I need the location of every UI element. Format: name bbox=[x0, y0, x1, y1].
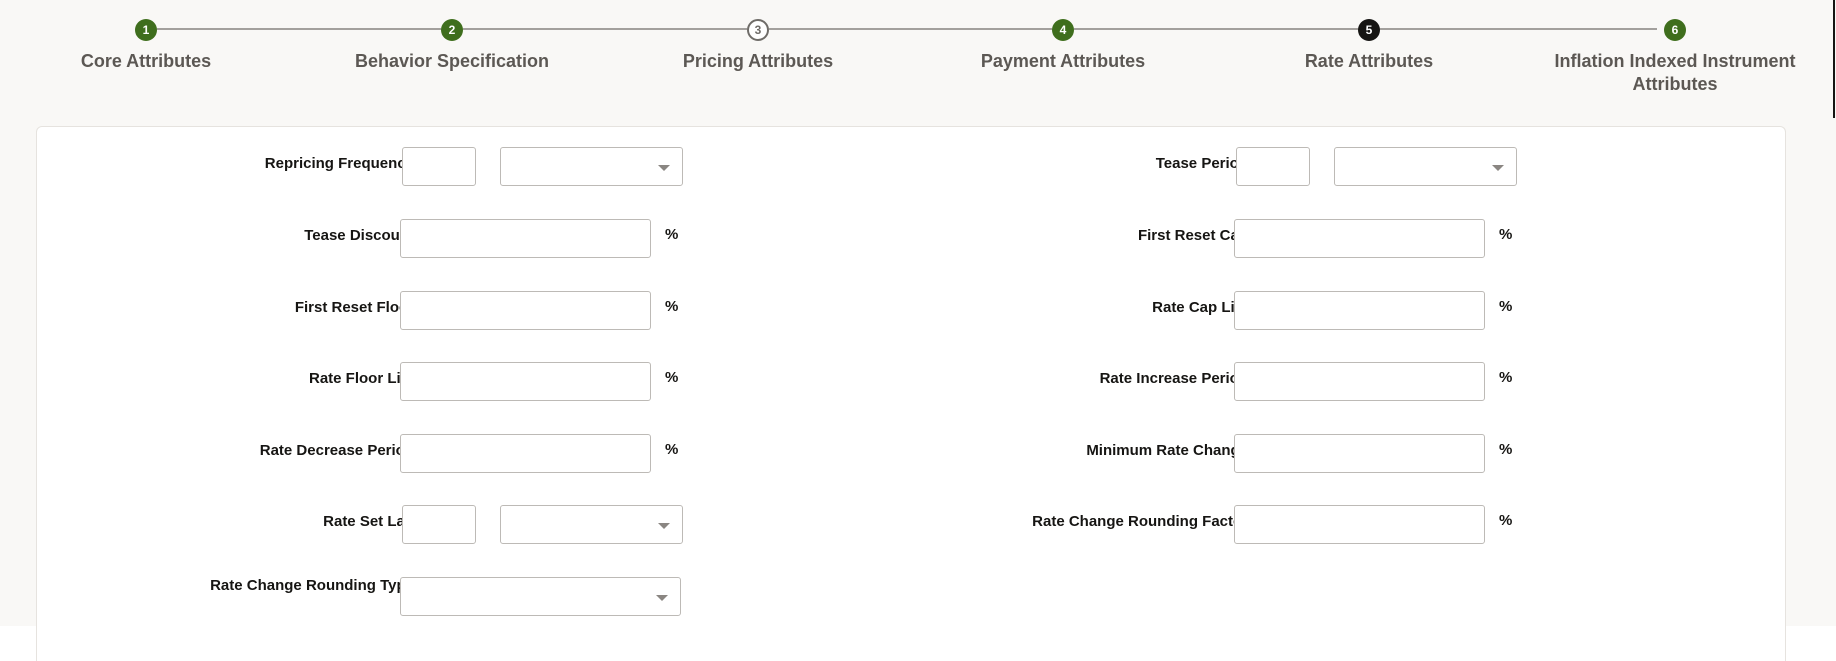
rate-cap-life-input[interactable] bbox=[1234, 291, 1485, 330]
tease-period-label: Tease Period bbox=[1155, 155, 1248, 172]
percent-symbol: % bbox=[1499, 512, 1513, 529]
percent-symbol: % bbox=[1499, 369, 1513, 386]
percent-symbol: % bbox=[1499, 441, 1513, 458]
step-3-indicator[interactable]: 3 bbox=[747, 19, 769, 41]
rate-decrease-period-label: Rate Decrease Period bbox=[259, 442, 414, 459]
step-6-indicator[interactable]: 6 bbox=[1664, 19, 1686, 41]
percent-symbol: % bbox=[665, 441, 679, 458]
step-5-indicator[interactable]: 5 bbox=[1358, 19, 1380, 41]
chevron-down-icon bbox=[656, 595, 668, 601]
rate-attributes-form: Repricing Frequency Tease Discount % Fir… bbox=[36, 126, 1786, 661]
first-reset-cap-label: First Reset Cap bbox=[1137, 227, 1248, 244]
train-connector bbox=[1380, 28, 1657, 30]
rate-increase-period-label: Rate Increase Period bbox=[1099, 370, 1248, 387]
first-reset-cap-input[interactable] bbox=[1234, 219, 1485, 258]
chevron-down-icon bbox=[658, 523, 670, 529]
rate-set-lag-label: Rate Set Lag bbox=[323, 513, 414, 530]
minimum-rate-change-input[interactable] bbox=[1234, 434, 1485, 473]
train-connector bbox=[463, 28, 747, 30]
rate-increase-period-input[interactable] bbox=[1234, 362, 1485, 401]
step-1-label[interactable]: Core Attributes bbox=[16, 50, 276, 73]
minimum-rate-change-label: Minimum Rate Change bbox=[1086, 442, 1248, 459]
step-5-label[interactable]: Rate Attributes bbox=[1239, 50, 1499, 73]
repricing-frequency-input[interactable] bbox=[402, 147, 476, 186]
percent-symbol: % bbox=[665, 369, 679, 386]
chevron-down-icon bbox=[1492, 165, 1504, 171]
percent-symbol: % bbox=[1499, 226, 1513, 243]
step-4-label[interactable]: Payment Attributes bbox=[933, 50, 1193, 73]
first-reset-floor-label: First Reset Floor bbox=[294, 299, 414, 316]
rate-set-lag-input[interactable] bbox=[402, 505, 476, 544]
step-train: 1 Core Attributes 2 Behavior Specificati… bbox=[0, 0, 1836, 110]
repricing-frequency-unit-select[interactable] bbox=[500, 147, 683, 186]
tease-discount-label: Tease Discount bbox=[304, 227, 414, 244]
step-1-indicator[interactable]: 1 bbox=[135, 19, 157, 41]
rate-decrease-period-input[interactable] bbox=[400, 434, 651, 473]
rate-change-rounding-factor-label: Rate Change Rounding Factor bbox=[1032, 513, 1248, 530]
step-2-label[interactable]: Behavior Specification bbox=[322, 50, 582, 73]
rate-floor-life-label: Rate Floor Life bbox=[308, 370, 414, 387]
step-3-label[interactable]: Pricing Attributes bbox=[628, 50, 888, 73]
rate-change-rounding-type-select[interactable] bbox=[400, 577, 681, 616]
train-connector bbox=[1074, 28, 1358, 30]
percent-symbol: % bbox=[1499, 298, 1513, 315]
rate-set-lag-unit-select[interactable] bbox=[500, 505, 683, 544]
tease-discount-input[interactable] bbox=[400, 219, 651, 258]
percent-symbol: % bbox=[665, 226, 679, 243]
rate-change-rounding-type-label: Rate Change Rounding Type bbox=[210, 577, 414, 594]
rate-change-rounding-factor-input[interactable] bbox=[1234, 505, 1485, 544]
step-6-label[interactable]: Inflation Indexed Instrument Attributes bbox=[1545, 50, 1805, 96]
step-2-indicator[interactable]: 2 bbox=[441, 19, 463, 41]
repricing-frequency-label: Repricing Frequency bbox=[264, 155, 414, 172]
train-connector bbox=[769, 28, 1052, 30]
tease-period-input[interactable] bbox=[1236, 147, 1310, 186]
percent-symbol: % bbox=[665, 298, 679, 315]
rate-floor-life-input[interactable] bbox=[400, 362, 651, 401]
step-4-indicator[interactable]: 4 bbox=[1052, 19, 1074, 41]
train-connector bbox=[157, 28, 441, 30]
tease-period-unit-select[interactable] bbox=[1334, 147, 1517, 186]
chevron-down-icon bbox=[658, 165, 670, 171]
first-reset-floor-input[interactable] bbox=[400, 291, 651, 330]
